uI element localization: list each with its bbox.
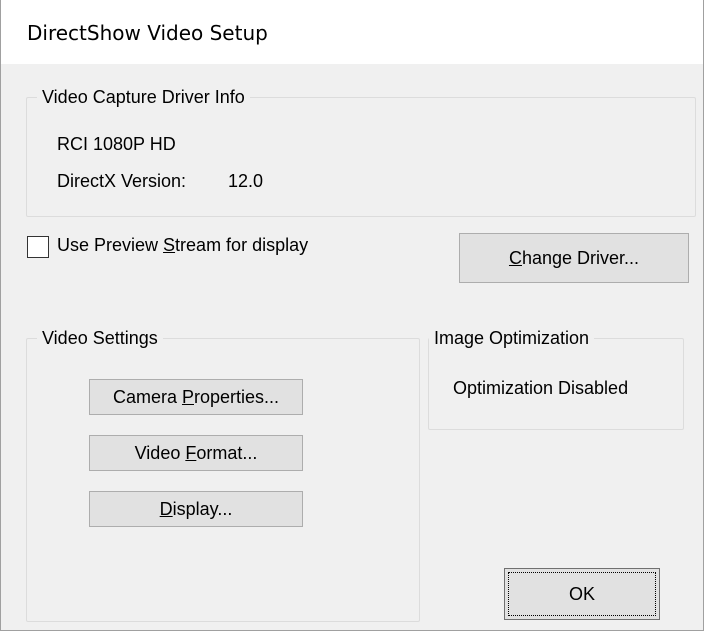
video-settings-legend: Video Settings	[37, 326, 163, 350]
dialog-window: DirectShow Video Setup Video Capture Dri…	[0, 0, 704, 631]
preview-stream-label[interactable]: Use Preview Stream for display	[57, 235, 308, 256]
change-driver-label: Change Driver...	[508, 247, 640, 268]
device-name: RCI 1080P HD	[57, 134, 176, 154]
driver-info-group: Video Capture Driver Info RCI 1080P HD D…	[26, 85, 696, 217]
driver-info-legend: Video Capture Driver Info	[37, 85, 250, 109]
change-driver-button[interactable]: Change Driver...	[459, 233, 689, 283]
title-bar[interactable]: DirectShow Video Setup	[1, 0, 703, 64]
ok-label: OK	[568, 583, 595, 604]
window-title: DirectShow Video Setup	[27, 21, 268, 45]
image-optimization-group: Image Optimization Optimization Disabled	[428, 326, 684, 430]
preview-stream-checkbox[interactable]	[27, 236, 49, 258]
video-format-button[interactable]: Video Format...	[89, 435, 303, 471]
camera-properties-button[interactable]: Camera Properties...	[89, 379, 303, 415]
directx-version-label: DirectX Version:	[57, 171, 187, 191]
directx-version-value: 12.0	[228, 171, 264, 191]
optimization-status: Optimization Disabled	[453, 378, 629, 398]
display-label: Display...	[159, 498, 233, 519]
camera-properties-label: Camera Properties...	[112, 386, 280, 407]
display-button[interactable]: Display...	[89, 491, 303, 527]
ok-button[interactable]: OK	[504, 568, 660, 620]
image-optimization-legend: Image Optimization	[429, 326, 595, 350]
video-settings-group: Video Settings Camera Properties... Vide…	[26, 326, 420, 622]
video-format-label: Video Format...	[134, 442, 258, 463]
